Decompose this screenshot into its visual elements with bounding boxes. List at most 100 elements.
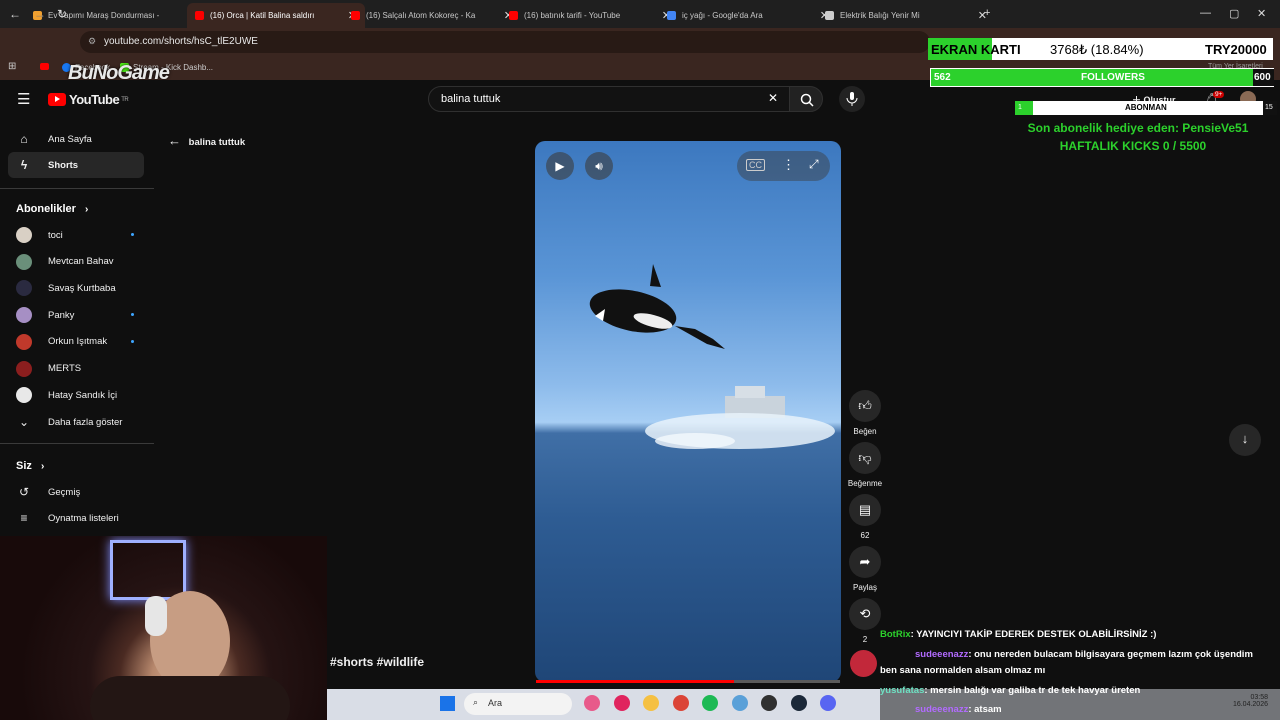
forward-icon[interactable]: → [34, 7, 46, 21]
shorts-icon: ϟ [20, 158, 28, 172]
reload-icon[interactable]: ↻ [57, 7, 67, 21]
back-icon[interactable]: ← [9, 7, 21, 21]
subscription-item[interactable]: Savaş Kurtbaba [8, 275, 144, 301]
windows-start-icon[interactable] [440, 696, 455, 711]
chrome-icon[interactable] [672, 695, 689, 711]
new-tab-button[interactable]: + [984, 7, 990, 19]
you-heading[interactable]: Siz › [16, 460, 44, 472]
channel-name: Hatay Sandık İçi [48, 389, 118, 401]
search-input-value: balina tuttuk [441, 93, 501, 105]
url-text: youtube.com/shorts/hsC_tlE2UWE [104, 36, 258, 47]
tab-title: (16) Orca | Katil Balina saldırı [210, 11, 315, 20]
dislike-button[interactable]: 👎︎ [849, 442, 881, 474]
chevron-right-icon: › [84, 204, 89, 215]
volume-button[interactable]: 🔊︎ [585, 152, 613, 180]
short-video-player[interactable]: ▶ 🔊︎ CC ⋮ ⤢ [535, 141, 841, 682]
tab-favicon-icon [825, 11, 834, 20]
back-to-search-label: balina tuttuk [188, 137, 246, 148]
video-progress-bar[interactable] [536, 680, 840, 683]
chat-text: : YAYINCIYI TAKİP EDEREK DESTEK OLABİLİR… [910, 629, 1157, 640]
channel-avatar [16, 227, 32, 243]
gpu-goal-label: EKRAN KARTI [931, 42, 1021, 57]
obs-icon[interactable] [761, 695, 777, 711]
chat-avatar [850, 650, 877, 677]
channel-name: MERTS [48, 363, 82, 374]
remix-button[interactable]: ⟲ [849, 598, 881, 630]
youtube-logo[interactable]: YouTube TR [48, 92, 129, 107]
file-explorer-icon[interactable] [643, 695, 659, 711]
apps-icon[interactable]: ⊞ [8, 61, 16, 72]
clock[interactable]: 03:58 16.04.2026 [1233, 694, 1268, 708]
browser-tab[interactable]: (16) Orca | Katil Balina saldırı✕ [187, 3, 365, 28]
subscription-item[interactable]: Orkun Işıtmak [8, 329, 144, 355]
fullscreen-icon[interactable]: ⤢ [809, 157, 819, 172]
search-input[interactable]: balina tuttuk ✕ [428, 86, 790, 112]
more-options-icon[interactable]: ⋮ [782, 157, 795, 173]
sidebar-item-label: Shorts [48, 159, 79, 171]
subscriptions-heading[interactable]: Abonelikler › [16, 203, 88, 215]
remix-icon: ⟲ [859, 606, 871, 621]
maximize-button[interactable]: ▢ [1229, 7, 1239, 20]
browser-tab[interactable]: Elektrik Balığı Yenir Mi ✕ [817, 3, 995, 28]
voice-search-button[interactable] [839, 86, 865, 112]
close-window-button[interactable]: ✕ [1257, 7, 1266, 20]
sidebar-item-playlists[interactable]: ≡ Oynatma listeleri [8, 505, 144, 531]
browser-tab[interactable]: iç yağı - Google'da Ara✕ [659, 3, 837, 28]
subscription-item[interactable]: MERTS [8, 356, 144, 382]
subscription-item[interactable]: toci [8, 222, 144, 248]
tulip-widget-icon[interactable] [584, 695, 600, 711]
chat-message: sudeeenazz: atsam [880, 704, 1002, 715]
spotify-icon[interactable] [702, 695, 718, 711]
last-gift-sub-text: Son abonelik hediye eden: PensieVe51 [1027, 121, 1249, 135]
browser-tab[interactable]: (16) Salçalı Atom Kokoreç - Ka✕ [343, 3, 521, 28]
browser-tab[interactable]: Ev Yapımı Maraş Dondurması - ✕ [25, 3, 203, 28]
video-hashtags[interactable]: #shorts #wildlife [330, 655, 424, 669]
new-content-dot [131, 313, 134, 317]
show-more-button[interactable]: ⌄ Daha fazla göster [8, 409, 144, 435]
youtube-play-icon [48, 93, 66, 106]
arrow-down-icon: ↓ [1241, 431, 1249, 446]
taskbar-search-placeholder: Ara [488, 698, 503, 708]
next-short-button[interactable]: ↓ [1229, 424, 1261, 456]
chevron-right-icon: › [40, 461, 45, 472]
search-button[interactable] [789, 86, 823, 112]
new-content-dot [131, 339, 134, 343]
menu-icon[interactable]: ☰ [17, 90, 30, 108]
steam-icon[interactable] [790, 695, 807, 711]
site-info-icon[interactable]: ⚙ [88, 36, 96, 47]
clear-search-icon[interactable]: ✕ [768, 91, 778, 105]
taskbar-search[interactable]: ⌕ Ara [464, 693, 572, 715]
channel-name: Savaş Kurtbaba [48, 282, 116, 294]
sidebar-item-history[interactable]: ↺ Geçmiş [8, 479, 144, 505]
subscription-item[interactable]: Panky [8, 302, 144, 328]
sidebar-item-home[interactable]: ⌂ Ana Sayfa [8, 126, 144, 152]
play-button[interactable]: ▶ [546, 152, 574, 180]
thumbs-down-icon: 👎︎ [858, 450, 872, 465]
search-icon [800, 93, 814, 107]
media-app-icon[interactable] [613, 695, 630, 711]
chevron-down-icon: ⌄ [18, 415, 30, 429]
like-button[interactable]: 👍︎ [849, 390, 881, 422]
minimize-button[interactable]: — [1200, 7, 1211, 19]
followers-goal: 600 [1253, 69, 1274, 86]
abonman-current: 1 [1015, 101, 1033, 115]
video-progress-fill [536, 680, 734, 683]
youtube-bookmark-icon[interactable] [40, 63, 49, 70]
discord-icon[interactable] [820, 695, 836, 711]
channel-name: Mevtcan Bahav [48, 256, 114, 268]
address-bar[interactable]: ⚙ youtube.com/shorts/hsC_tlE2UWE [80, 31, 930, 53]
captions-icon[interactable]: CC [746, 159, 765, 171]
share-button[interactable]: ➦ [849, 546, 881, 578]
comments-button[interactable]: ▤ [849, 494, 881, 526]
webcam-overlay [0, 536, 327, 720]
subscription-item[interactable]: Mevtcan Bahav [8, 249, 144, 275]
arrow-left-icon: ← [168, 133, 181, 148]
abonman-goal: 15 [1263, 101, 1277, 115]
chat-message-continued: ben sana normalden alsam olmaz mı [880, 665, 1045, 676]
subscription-item[interactable]: Hatay Sandık İçi [8, 382, 144, 408]
browser-tab[interactable]: (16) batınık tarifi - YouTube✕ [501, 3, 679, 28]
network-app-icon[interactable] [731, 695, 748, 711]
sidebar-item-shorts[interactable]: ϟ Shorts [8, 152, 144, 178]
youtube-logo-text: YouTube [69, 92, 120, 107]
back-to-search-link[interactable]: ← balina tuttuk [168, 133, 245, 148]
